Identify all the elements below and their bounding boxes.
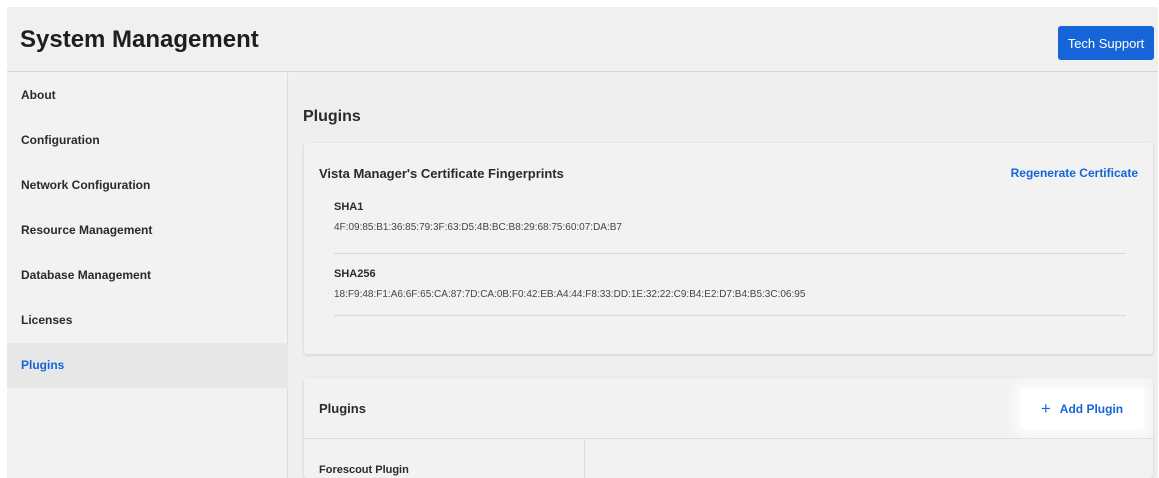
certificate-card-title: Vista Manager's Certificate Fingerprints [319, 166, 564, 181]
tech-support-button[interactable]: Tech Support [1058, 26, 1154, 60]
app-header: System Management Tech Support [7, 7, 1158, 72]
sidebar-item-resource-management[interactable]: Resource Management [7, 208, 288, 253]
sidebar-item-configuration[interactable]: Configuration [7, 118, 288, 163]
certificate-fingerprints-card: Vista Manager's Certificate Fingerprints… [304, 143, 1153, 354]
fingerprint-sha1: SHA1 4F:09:85:B1:36:85:79:3F:63:D5:4B:BC… [334, 201, 1126, 254]
sidebar-item-licenses[interactable]: Licenses [7, 298, 288, 343]
sidebar-item-database-management[interactable]: Database Management [7, 253, 288, 298]
regenerate-certificate-link[interactable]: Regenerate Certificate [1011, 166, 1138, 180]
fingerprint-label: SHA256 [334, 268, 376, 280]
sidebar-item-label: Licenses [21, 313, 73, 327]
plus-icon: + [1040, 399, 1051, 418]
add-plugin-button[interactable]: + Add Plugin [1020, 388, 1144, 429]
sidebar-item-label: About [21, 88, 56, 102]
main-content: Plugins Vista Manager's Certificate Fing… [289, 73, 1158, 478]
fingerprint-label: SHA1 [334, 201, 364, 213]
plugin-list: Forescout Plugin [304, 440, 585, 478]
sidebar-item-label: Plugins [21, 358, 65, 372]
sidebar: About Configuration Network Configuratio… [7, 73, 288, 478]
sidebar-item-plugins[interactable]: Plugins [7, 343, 288, 388]
plugins-card-header: Plugins + Add Plugin [304, 378, 1153, 439]
app-window: System Management Tech Support About Con… [7, 7, 1158, 478]
add-plugin-label: Add Plugin [1059, 401, 1124, 416]
fingerprint-value: 4F:09:85:B1:36:85:79:3F:63:D5:4B:BC:B8:2… [334, 222, 622, 233]
sidebar-item-label: Network Configuration [21, 178, 151, 192]
sidebar-item-network-configuration[interactable]: Network Configuration [7, 163, 288, 208]
fingerprint-value: 18:F9:48:F1:A6:6F:65:CA:87:7D:CA:0B:F0:4… [334, 289, 806, 300]
sidebar-item-label: Database Management [21, 268, 152, 282]
app-title: System Management [20, 26, 259, 53]
plugin-item-forescout[interactable]: Forescout Plugin [319, 464, 409, 476]
fingerprint-sha256: SHA256 18:F9:48:F1:A6:6F:65:CA:87:7D:CA:… [334, 268, 1126, 316]
sidebar-item-about[interactable]: About [7, 73, 288, 118]
sidebar-item-label: Resource Management [21, 223, 153, 237]
sidebar-item-label: Configuration [21, 133, 100, 147]
page-title: Plugins [303, 108, 361, 125]
plugins-card: Plugins + Add Plugin Forescout Plugin [304, 378, 1153, 478]
plugins-card-title: Plugins [319, 401, 366, 416]
